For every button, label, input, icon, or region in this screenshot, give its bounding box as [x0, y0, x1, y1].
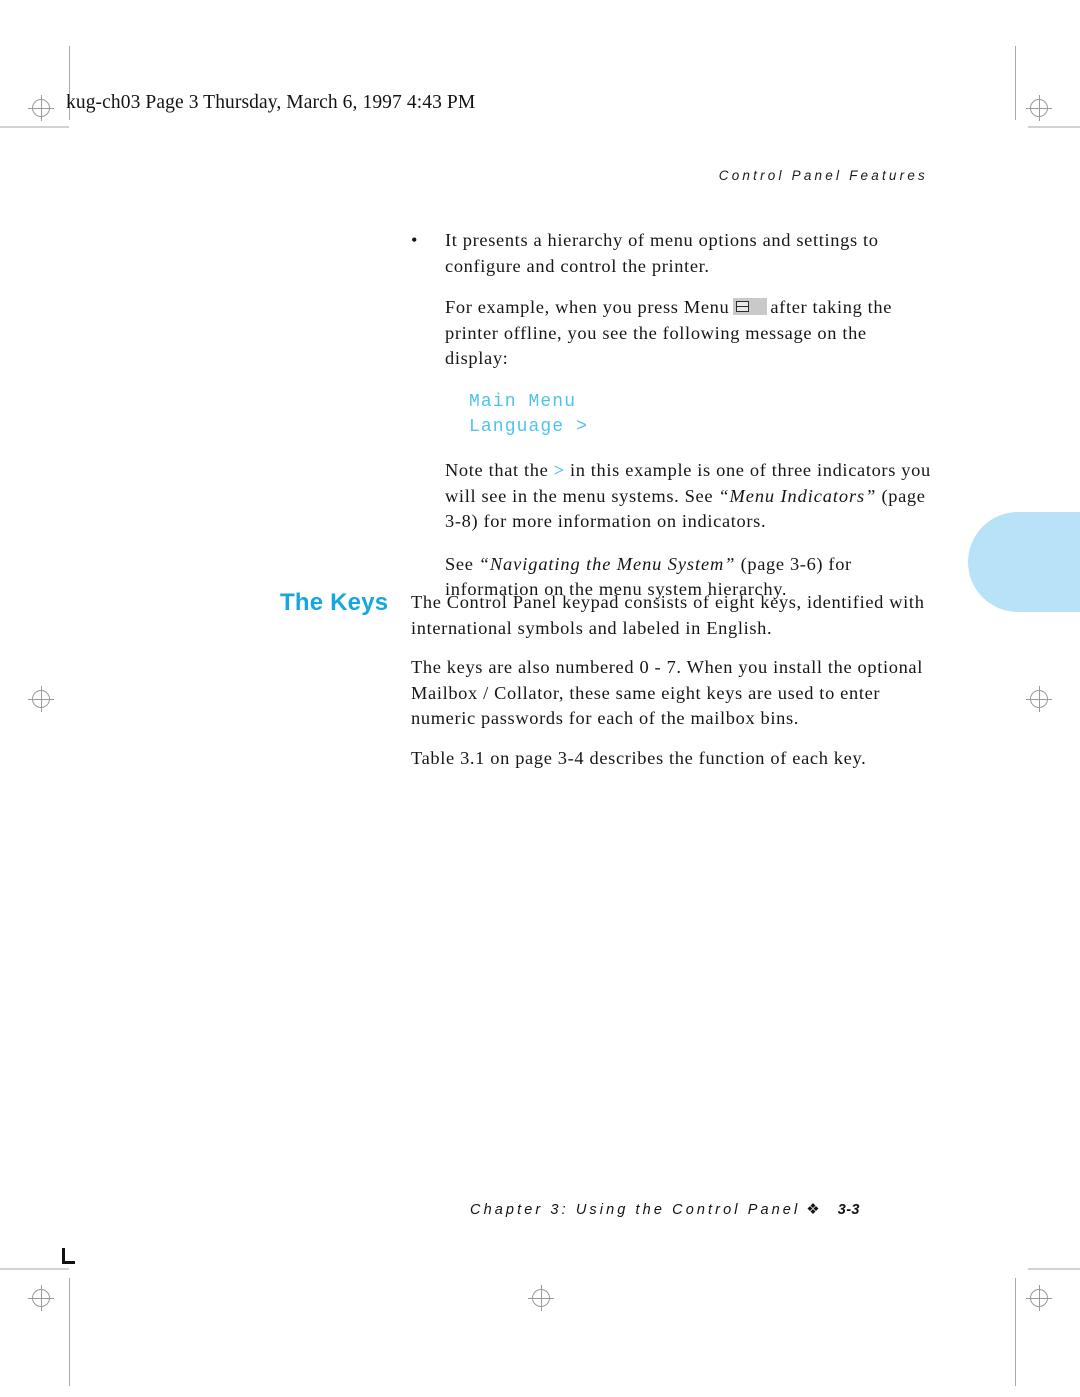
registration-mark-top-left	[28, 95, 54, 121]
document-page: kug-ch03 Page 3 Thursday, March 6, 1997 …	[0, 0, 1080, 1397]
lcd-line-1: Main Menu	[469, 391, 577, 412]
crop-line-bottom-right	[1015, 1278, 1016, 1386]
crop-line-top-right	[1015, 46, 1016, 120]
lcd-sample-display: Main Menu Language >	[469, 390, 931, 440]
registration-mark-middle-left	[28, 686, 54, 712]
page-footer: Chapter 3: Using the Control Panel ❖ 3-3	[470, 1200, 860, 1218]
running-head: Control Panel Features	[718, 168, 928, 183]
example-paragraph: For example, when you press Menu after ta…	[411, 295, 931, 372]
crop-line-bottom-left	[69, 1278, 70, 1386]
keys-paragraph-1: The Control Panel keypad consists of eig…	[411, 592, 925, 638]
bullet-marker: •	[411, 230, 419, 250]
note-reference-title: “Menu Indicators”	[718, 485, 877, 506]
menu-indicator-symbol: >	[553, 459, 565, 480]
keys-paragraph-2: The keys are also numbered 0 - 7. When y…	[411, 657, 924, 729]
bullet-paragraph: • It presents a hierarchy of menu option…	[411, 228, 931, 279]
lcd-line-2: Language >	[469, 416, 589, 437]
body-text-column: • It presents a hierarchy of menu option…	[411, 228, 931, 603]
crop-line-left-lower	[0, 1268, 69, 1270]
registration-mark-bottom-center	[528, 1285, 554, 1311]
bullet-paragraph-text: It presents a hierarchy of menu options …	[445, 230, 879, 276]
footer-diamond-icon: ❖	[806, 1201, 820, 1218]
corner-crop-mark-bottom-left	[62, 1248, 75, 1264]
keys-paragraph-3: Table 3.1 on page 3-4 describes the func…	[411, 747, 867, 768]
registration-mark-top-right	[1026, 95, 1052, 121]
crop-line-right-upper	[1028, 126, 1080, 128]
footer-page-number: 3-3	[837, 1202, 860, 1218]
the-keys-text-column: The Control Panel keypad consists of eig…	[411, 590, 936, 772]
crop-line-left-upper	[0, 126, 69, 128]
display-glyph-icon	[736, 301, 750, 313]
registration-mark-middle-right	[1026, 686, 1052, 712]
file-header-line: kug-ch03 Page 3 Thursday, March 6, 1997 …	[66, 92, 476, 113]
crop-line-right-lower	[1028, 1268, 1080, 1270]
note-text-part-1: Note that the	[445, 459, 549, 480]
registration-mark-bottom-left	[28, 1285, 54, 1311]
footer-chapter-text: Chapter 3: Using the Control Panel	[470, 1202, 801, 1218]
menu-key-icon	[733, 298, 768, 316]
see-reference-title: “Navigating the Menu System”	[478, 553, 736, 574]
note-paragraph: Note that the > in this example is one o…	[411, 458, 931, 535]
section-heading-the-keys: The Keys	[280, 589, 389, 616]
chapter-thumb-tab	[968, 512, 1080, 612]
example-intro-before-key: For example, when you press Menu	[445, 297, 730, 318]
see-text-part-1: See	[445, 553, 474, 574]
registration-mark-bottom-right	[1026, 1285, 1052, 1311]
